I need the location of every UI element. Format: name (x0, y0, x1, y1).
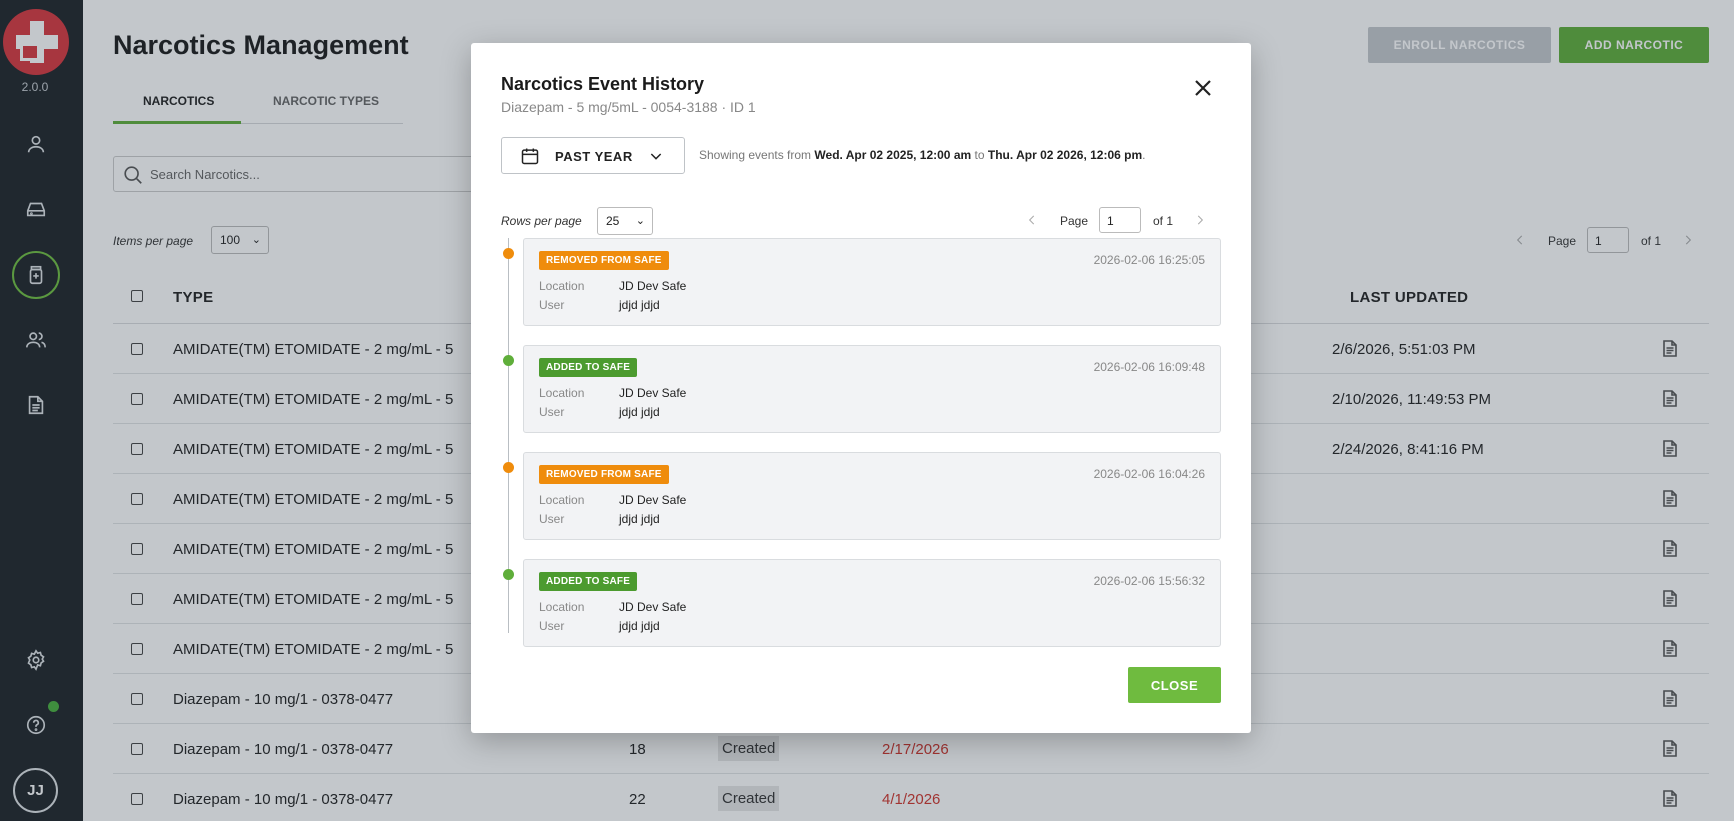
event-user-value: jdjd jdjd (619, 512, 660, 526)
event-type-badge: REMOVED FROM SAFE (539, 251, 669, 270)
close-button[interactable]: CLOSE (1128, 667, 1221, 703)
timeline-dot (503, 462, 514, 473)
rows-per-page-value: 25 (606, 214, 620, 228)
summary-prefix: Showing events from (699, 148, 812, 162)
event-user-label: User (539, 512, 565, 526)
rows-per-page-select[interactable]: 25 ⌄ (597, 207, 653, 235)
event-card: ADDED TO SAFE 2026-02-06 16:09:48 Location… (523, 345, 1221, 433)
dialog-next-page-button[interactable] (1193, 213, 1207, 227)
event-location-value: JD Dev Safe (619, 493, 687, 507)
event-user-label: User (539, 298, 565, 312)
event-user-value: jdjd jdjd (619, 405, 660, 419)
event-location-value: JD Dev Safe (619, 600, 687, 614)
date-range-summary: Showing events from Wed. Apr 02 2025, 12… (699, 148, 1146, 162)
date-range-label: PAST YEAR (555, 149, 633, 164)
event-user-value: jdjd jdjd (619, 298, 660, 312)
event-user-value: jdjd jdjd (619, 619, 660, 633)
chevron-right-icon (1197, 215, 1204, 225)
dialog-close-x-button[interactable] (1191, 76, 1215, 100)
chevron-down-icon (650, 153, 662, 160)
chevron-left-icon (1028, 215, 1035, 225)
dialog-page-label: Page (1060, 214, 1089, 228)
event-location-value: JD Dev Safe (619, 386, 687, 400)
event-card: ADDED TO SAFE 2026-02-06 15:56:32 Location… (523, 559, 1221, 647)
event-location-label: Location (539, 386, 585, 400)
event-timestamp: 2026-02-06 16:25:05 (1093, 253, 1205, 267)
event-timestamp: 2026-02-06 16:09:48 (1093, 360, 1205, 374)
event-history-dialog: Narcotics Event History Diazepam - 5 mg/… (471, 43, 1251, 733)
event-location-value: JD Dev Safe (619, 279, 687, 293)
dialog-title: Narcotics Event History (501, 74, 705, 94)
event-type-badge: REMOVED FROM SAFE (539, 465, 669, 484)
event-timestamp: 2026-02-06 15:56:32 (1093, 574, 1205, 588)
event-type-badge: ADDED TO SAFE (539, 358, 638, 377)
calendar-icon (521, 148, 539, 165)
summary-to-word: to (974, 148, 985, 162)
rows-per-page-label: Rows per page (501, 214, 582, 228)
summary-to: Thu. Apr 02 2026, 12:06 pm (987, 148, 1143, 162)
event-card: REMOVED FROM SAFE 2026-02-06 16:04:26 Loca… (523, 452, 1221, 540)
timeline-dot (503, 569, 514, 580)
event-user-label: User (539, 619, 565, 633)
date-range-dropdown[interactable]: PAST YEAR (501, 137, 685, 174)
summary-suffix: . (1142, 148, 1146, 162)
event-timestamp: 2026-02-06 16:04:26 (1093, 467, 1205, 481)
event-card: REMOVED FROM SAFE 2026-02-06 16:25:05 Loca… (523, 238, 1221, 326)
event-location-label: Location (539, 279, 585, 293)
chevron-down-icon: ⌄ (635, 215, 645, 227)
event-location-label: Location (539, 493, 585, 507)
dialog-subtitle: Diazepam - 5 mg/5mL - 0054-3188 · ID 1 (501, 99, 756, 115)
dialog-page-of-label: of 1 (1153, 214, 1174, 228)
event-location-label: Location (539, 600, 585, 614)
event-type-badge: ADDED TO SAFE (539, 572, 638, 591)
timeline-dot (503, 248, 514, 259)
dialog-prev-page-button[interactable] (1025, 213, 1039, 227)
timeline-dot (503, 355, 514, 366)
summary-from: Wed. Apr 02 2025, 12:00 am (814, 148, 972, 162)
dialog-page-input[interactable]: 1 (1099, 207, 1141, 233)
close-icon (1195, 80, 1211, 96)
event-user-label: User (539, 405, 565, 419)
